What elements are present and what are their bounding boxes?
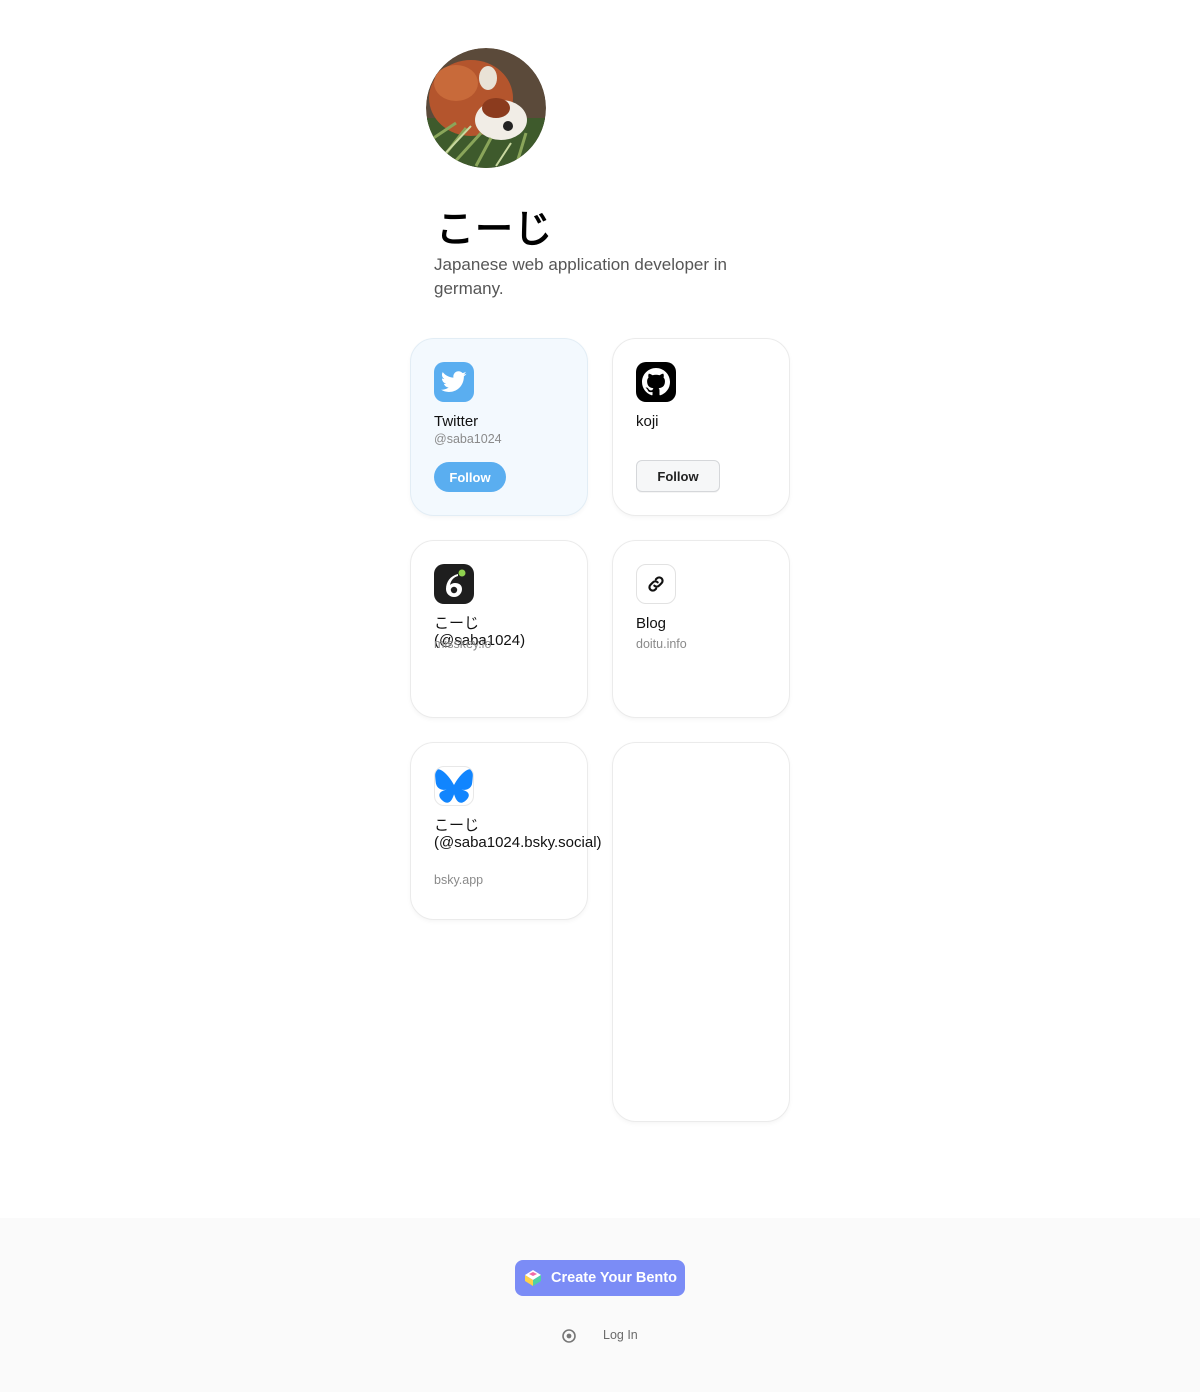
avatar <box>426 48 546 168</box>
github-follow-button[interactable]: Follow <box>636 460 720 492</box>
login-link[interactable]: Log In <box>603 1328 638 1342</box>
blog-domain: doitu.info <box>636 637 687 651</box>
profile-bio: Japanese web application developer in ge… <box>434 255 727 298</box>
bluesky-card[interactable]: こーじ (@saba1024.bsky.social) bsky.app <box>410 742 602 920</box>
twitter-handle: @saba1024 <box>434 432 502 446</box>
twitter-title: Twitter <box>434 413 479 430</box>
bluesky-domain: bsky.app <box>434 873 484 887</box>
misskey-icon <box>434 564 474 604</box>
misskey-card[interactable]: こーじ (@saba1024) misskey.io <box>410 540 588 718</box>
login-icon <box>562 1329 576 1343</box>
github-icon <box>636 362 676 402</box>
create-bento-label: Create Your Bento <box>551 1270 677 1286</box>
misskey-domain: misskey.io <box>434 637 492 651</box>
profile-header: こーじ Japanese web application developer i… <box>426 48 806 298</box>
bluesky-title: こーじ (@saba1024.bsky.social) <box>434 817 602 851</box>
bluesky-icon <box>434 766 474 806</box>
empty-card <box>612 742 790 1122</box>
profile-name: こーじ <box>436 207 554 251</box>
bento-logo-icon <box>525 1270 542 1286</box>
twitter-card[interactable]: Twitter @saba1024 Follow <box>410 338 588 516</box>
footer: Create Your Bento Log In <box>0 1218 1200 1392</box>
blog-title: Blog <box>636 615 667 632</box>
github-card[interactable]: koji Follow <box>612 338 790 516</box>
blog-card[interactable]: Blog doitu.info <box>612 540 790 718</box>
twitter-follow-button[interactable]: Follow <box>434 462 506 492</box>
twitter-icon <box>434 362 474 402</box>
create-bento-button[interactable]: Create Your Bento <box>515 1260 685 1296</box>
github-title: koji <box>636 413 659 430</box>
link-icon <box>636 564 676 604</box>
